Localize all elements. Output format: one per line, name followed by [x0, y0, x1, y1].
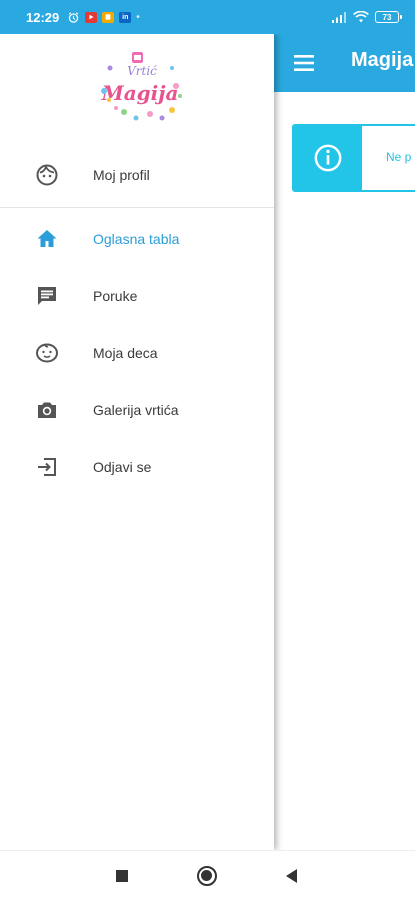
info-alert: Ne p	[292, 124, 415, 192]
drawer-item-label: Oglasna tabla	[93, 230, 180, 247]
drawer-item-oglasna-tabla[interactable]: Oglasna tabla	[0, 210, 274, 267]
status-bar: 12:29 in • 73	[0, 0, 415, 34]
navigation-drawer: Vrtić Magija Moj profil Oglasna tabla Po…	[0, 34, 274, 850]
system-navigation-bar	[0, 850, 415, 900]
message-icon	[34, 283, 60, 309]
drawer-divider	[0, 207, 274, 208]
drawer-item-label: Poruke	[93, 287, 138, 304]
status-time: 12:29	[26, 9, 60, 25]
note-app-icon	[102, 11, 115, 23]
alert-text: Ne p	[386, 150, 412, 164]
logout-icon	[34, 454, 60, 480]
drawer-header: Vrtić Magija	[0, 34, 274, 146]
alarm-icon	[67, 11, 80, 24]
drawer-item-profile[interactable]: Moj profil	[0, 146, 274, 203]
home-icon	[34, 226, 60, 252]
drawer-item-label: Galerija vrtića	[93, 401, 179, 418]
recents-button[interactable]	[116, 870, 128, 882]
signal-icon	[331, 11, 347, 24]
drawer-item-odjavi-se[interactable]: Odjavi se	[0, 438, 274, 495]
svg-text:Magija: Magija	[101, 81, 179, 105]
child-face-icon	[34, 340, 60, 366]
svg-text:Vrtić: Vrtić	[127, 64, 157, 78]
drawer-item-galerija[interactable]: Galerija vrtića	[0, 381, 274, 438]
drawer-item-moja-deca[interactable]: Moja deca	[0, 324, 274, 381]
wifi-icon	[353, 11, 369, 24]
drawer-item-label: Moja deca	[93, 344, 158, 361]
drawer-item-poruke[interactable]: Poruke	[0, 267, 274, 324]
face-icon	[34, 162, 60, 188]
more-notifications-dot: •	[136, 11, 140, 23]
vrtic-magija-logo: Vrtić Magija	[101, 52, 182, 121]
linkedin-icon: in	[119, 11, 132, 23]
camera-icon	[34, 397, 60, 423]
home-button[interactable]	[197, 866, 217, 886]
app-title: Magija	[351, 49, 414, 71]
drawer-item-label: Odjavi se	[93, 458, 152, 475]
hamburger-menu-icon[interactable]	[292, 52, 316, 74]
system-icons: 73	[331, 11, 402, 24]
drawer-item-profile-label: Moj profil	[93, 166, 150, 183]
youtube-icon	[85, 11, 98, 23]
back-button[interactable]	[286, 869, 297, 883]
notification-icons: in •	[67, 11, 140, 24]
battery-icon: 73	[375, 11, 402, 23]
info-icon	[294, 126, 362, 190]
